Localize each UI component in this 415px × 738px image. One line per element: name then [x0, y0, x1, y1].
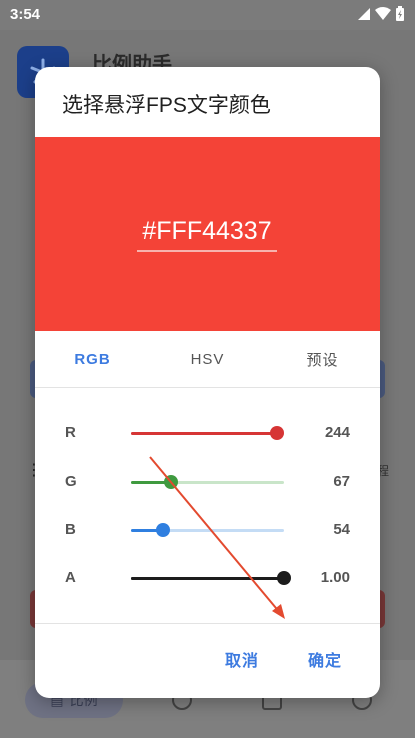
- annotation-arrow-icon: [149, 456, 285, 619]
